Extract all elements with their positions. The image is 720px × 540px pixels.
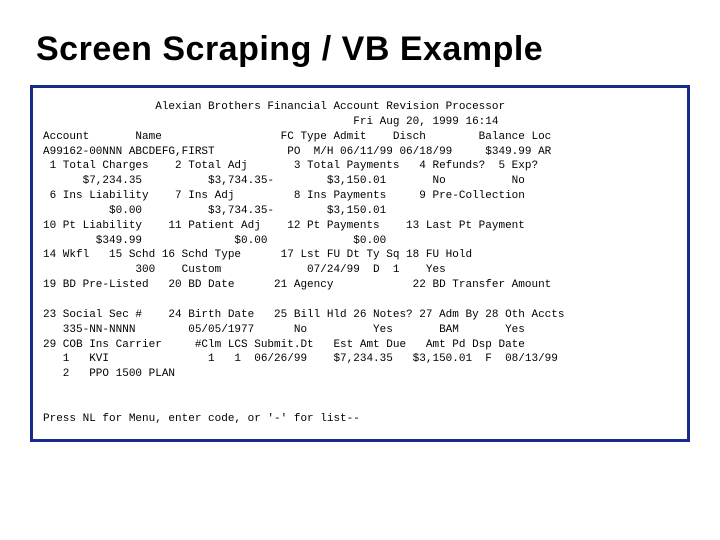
line-row-23v: 335-NN-NNNN 05/05/1977 No Yes BAM Yes [43, 324, 525, 336]
line-columns: Account Name FC Type Admit Disch Balance… [43, 131, 551, 143]
slide: Screen Scraping / VB Example Alexian Bro… [0, 0, 720, 540]
line-record: A99162-00NNN ABCDEFG,FIRST PO M/H 06/11/… [43, 146, 551, 158]
line-row-6: 6 Ins Liability 7 Ins Adj 8 Ins Payments… [43, 190, 525, 202]
line-row-14v: 300 Custom 07/24/99 D 1 Yes [43, 264, 446, 276]
line-row-1: 1 Total Charges 2 Total Adj 3 Total Paym… [43, 160, 538, 172]
terminal-screen: Alexian Brothers Financial Account Revis… [30, 85, 690, 442]
line-row-29b: 2 PPO 1500 PLAN [43, 368, 175, 380]
line-row-10: 10 Pt Liability 11 Patient Adj 12 Pt Pay… [43, 220, 525, 232]
line-row-29a: 1 KVI 1 1 06/26/99 $7,234.35 $3,150.01 F… [43, 353, 558, 365]
terminal-content: Alexian Brothers Financial Account Revis… [43, 100, 677, 427]
line-header-2: Fri Aug 20, 1999 16:14 [43, 116, 498, 128]
line-row-1v: $7,234.35 $3,734.35- $3,150.01 No No [43, 175, 525, 187]
line-header-1: Alexian Brothers Financial Account Revis… [43, 101, 505, 113]
line-prompt: Press NL for Menu, enter code, or '-' fo… [43, 413, 360, 425]
line-row-29: 29 COB Ins Carrier #Clm LCS Submit.Dt Es… [43, 339, 525, 351]
line-row-6v: $0.00 $3,734.35- $3,150.01 [43, 205, 386, 217]
slide-title: Screen Scraping / VB Example [36, 30, 690, 69]
line-row-14: 14 Wkfl 15 Schd 16 Schd Type 17 Lst FU D… [43, 249, 472, 261]
line-row-23: 23 Social Sec # 24 Birth Date 25 Bill Hl… [43, 309, 565, 321]
line-row-19: 19 BD Pre-Listed 20 BD Date 21 Agency 22… [43, 279, 551, 291]
line-row-10v: $349.99 $0.00 $0.00 [43, 235, 386, 247]
